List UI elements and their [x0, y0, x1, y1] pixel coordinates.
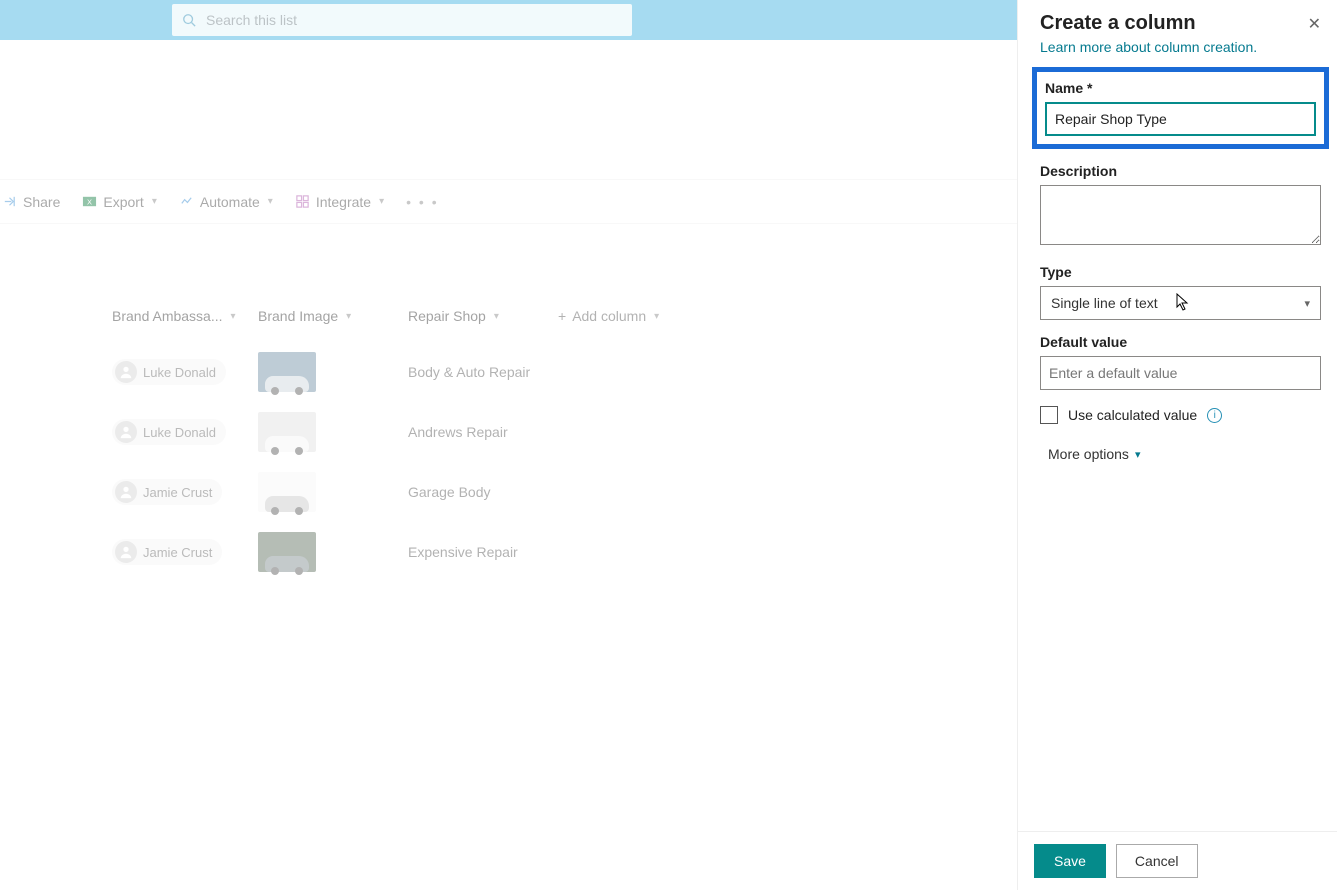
plus-icon: +: [558, 308, 566, 324]
info-icon[interactable]: i: [1207, 408, 1222, 423]
cancel-button[interactable]: Cancel: [1116, 844, 1198, 878]
export-label: Export: [103, 194, 143, 210]
integrate-label: Integrate: [316, 194, 371, 210]
chevron-down-icon: ▾: [1135, 448, 1141, 461]
ambassador-cell: Luke Donald: [112, 419, 258, 445]
svg-text:X: X: [87, 197, 92, 206]
repair-shop-cell: Expensive Repair: [408, 544, 708, 560]
avatar: [115, 481, 137, 503]
repair-shop-cell: Garage Body: [408, 484, 708, 500]
avatar: [115, 541, 137, 563]
type-value: Single line of text: [1051, 295, 1158, 311]
repair-shop-cell: Andrews Repair: [408, 424, 708, 440]
name-field-highlight: Name *: [1032, 67, 1329, 149]
list-area: Brand Ambassa... ▾ Brand Image ▾ Repair …: [0, 224, 800, 582]
chevron-down-icon: ▾: [379, 196, 384, 207]
person-name: Luke Donald: [143, 425, 216, 440]
column-label: Repair Shop: [408, 308, 486, 324]
create-column-panel: Create a column ✕ Learn more about colum…: [1017, 0, 1337, 890]
brand-image-thumbnail[interactable]: [258, 472, 316, 512]
integrate-icon: [295, 194, 310, 209]
excel-icon: X: [82, 194, 97, 209]
chevron-down-icon: ▾: [346, 311, 351, 322]
more-options-label: More options: [1048, 446, 1129, 462]
avatar: [115, 361, 137, 383]
person-chip[interactable]: Luke Donald: [112, 359, 226, 385]
chevron-down-icon: ▾: [268, 196, 273, 207]
column-header-ambassador[interactable]: Brand Ambassa... ▾: [112, 308, 258, 324]
column-name-input[interactable]: [1045, 102, 1316, 136]
ambassador-cell: Luke Donald: [112, 359, 258, 385]
column-header-repair[interactable]: Repair Shop ▾: [408, 308, 558, 324]
chevron-down-icon: ▾: [494, 311, 499, 322]
integrate-button[interactable]: Integrate ▾: [295, 194, 384, 210]
table-row[interactable]: Luke Donald Andrews Repair: [112, 402, 800, 462]
search-box[interactable]: [172, 4, 632, 36]
search-input[interactable]: [206, 12, 622, 28]
automate-label: Automate: [200, 194, 260, 210]
type-label: Type: [1040, 264, 1321, 280]
name-label: Name *: [1045, 80, 1316, 96]
more-actions-button[interactable]: • • •: [406, 194, 438, 210]
description-input[interactable]: [1040, 185, 1321, 245]
person-chip[interactable]: Jamie Crust: [112, 539, 222, 565]
column-label: Brand Image: [258, 308, 338, 324]
brand-image-thumbnail[interactable]: [258, 352, 316, 392]
learn-more-link[interactable]: Learn more about column creation.: [1040, 39, 1321, 55]
person-name: Luke Donald: [143, 365, 216, 380]
column-label: Brand Ambassa...: [112, 308, 223, 324]
use-calculated-label: Use calculated value: [1068, 407, 1197, 423]
use-calculated-checkbox[interactable]: [1040, 406, 1058, 424]
image-cell: [258, 412, 408, 452]
automate-button[interactable]: Automate ▾: [179, 194, 273, 210]
table-row[interactable]: Jamie Crust Expensive Repair: [112, 522, 800, 582]
repair-shop-cell: Body & Auto Repair: [408, 364, 708, 380]
person-name: Jamie Crust: [143, 545, 212, 560]
brand-image-thumbnail[interactable]: [258, 412, 316, 452]
ambassador-cell: Jamie Crust: [112, 539, 258, 565]
chevron-down-icon: ▾: [654, 311, 659, 322]
add-column-button[interactable]: + Add column ▾: [558, 308, 659, 324]
panel-footer: Save Cancel: [1018, 831, 1337, 890]
image-cell: [258, 472, 408, 512]
table-row[interactable]: Jamie Crust Garage Body: [112, 462, 800, 522]
image-cell: [258, 532, 408, 572]
person-name: Jamie Crust: [143, 485, 212, 500]
automate-icon: [179, 194, 194, 209]
ambassador-cell: Jamie Crust: [112, 479, 258, 505]
share-label: Share: [23, 194, 60, 210]
share-icon: [2, 194, 17, 209]
search-icon: [182, 13, 196, 27]
chevron-down-icon: ▾: [231, 311, 236, 322]
default-value-label: Default value: [1040, 334, 1321, 350]
share-button[interactable]: Share: [2, 194, 60, 210]
image-cell: [258, 352, 408, 392]
cursor-icon: [1176, 293, 1190, 314]
close-icon[interactable]: ✕: [1308, 14, 1321, 34]
column-header-row: Brand Ambassa... ▾ Brand Image ▾ Repair …: [112, 308, 800, 324]
brand-image-thumbnail[interactable]: [258, 532, 316, 572]
description-label: Description: [1040, 163, 1321, 179]
type-dropdown[interactable]: Single line of text ▾: [1040, 286, 1321, 320]
panel-title: Create a column: [1040, 12, 1196, 35]
column-header-image[interactable]: Brand Image ▾: [258, 308, 408, 324]
save-button[interactable]: Save: [1034, 844, 1106, 878]
chevron-down-icon: ▾: [152, 196, 157, 207]
avatar: [115, 421, 137, 443]
person-chip[interactable]: Luke Donald: [112, 419, 226, 445]
more-options-toggle[interactable]: More options ▾: [1048, 446, 1321, 462]
default-value-input[interactable]: [1040, 356, 1321, 390]
chevron-down-icon: ▾: [1304, 297, 1310, 310]
table-row[interactable]: Luke Donald Body & Auto Repair: [112, 342, 800, 402]
add-column-label: Add column: [572, 308, 646, 324]
export-button[interactable]: X Export ▾: [82, 194, 157, 210]
person-chip[interactable]: Jamie Crust: [112, 479, 222, 505]
